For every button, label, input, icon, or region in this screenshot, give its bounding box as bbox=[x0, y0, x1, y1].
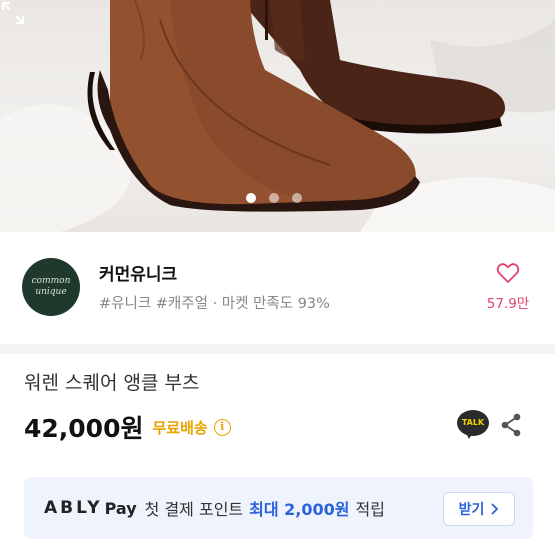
heart-icon bbox=[496, 263, 520, 283]
carousel-dot[interactable] bbox=[292, 193, 302, 203]
product-image[interactable] bbox=[0, 0, 555, 232]
like-count: 57.9만 bbox=[486, 296, 530, 312]
kakao-talk-button[interactable]: TALK bbox=[457, 410, 489, 440]
like-button[interactable]: 57.9만 bbox=[482, 262, 534, 312]
promo-text: 첫 결제 포인트 bbox=[144, 500, 244, 519]
shop-info[interactable]: common unique 커먼유니크 #유니크 #캐주얼 · 마켓 만족도 9… bbox=[0, 240, 555, 336]
receive-label: 받기 bbox=[458, 502, 485, 518]
carousel-dot[interactable] bbox=[269, 193, 279, 203]
share-icon[interactable] bbox=[499, 412, 523, 438]
shop-name[interactable]: 커먼유니크 bbox=[99, 260, 177, 285]
product-title: 워렌 스퀘어 앵클 부츠 bbox=[24, 372, 200, 394]
logo-line: unique bbox=[35, 287, 67, 297]
carousel-dot[interactable] bbox=[246, 193, 256, 203]
kakao-talk-tail bbox=[465, 431, 474, 439]
expand-icon[interactable] bbox=[0, 0, 26, 26]
logo-line: common bbox=[31, 276, 71, 286]
chevron-right-icon bbox=[491, 503, 499, 515]
info-icon[interactable]: i bbox=[213, 418, 231, 436]
product-price: 42,000원 bbox=[24, 414, 144, 443]
shop-logo[interactable]: common unique bbox=[22, 258, 80, 316]
section-divider bbox=[0, 344, 555, 354]
price-row: 42,000원 무료배송 i bbox=[24, 410, 231, 444]
pay-label: Pay bbox=[104, 498, 137, 518]
receive-button[interactable]: 받기 bbox=[443, 492, 515, 526]
shipping-label: 무료배송 bbox=[152, 418, 208, 437]
ably-logo: ABLY bbox=[44, 498, 103, 518]
promo-text-end: 적립 bbox=[355, 500, 385, 519]
carousel-dots bbox=[246, 193, 302, 203]
shop-tags: #유니크 #캐주얼 · 마켓 만족도 93% bbox=[99, 296, 330, 312]
promo-highlight: 최대 2,000원 bbox=[249, 500, 350, 519]
ably-pay-banner[interactable]: ABLY Pay 첫 결제 포인트 최대 2,000원 적립 받기 bbox=[24, 477, 533, 539]
